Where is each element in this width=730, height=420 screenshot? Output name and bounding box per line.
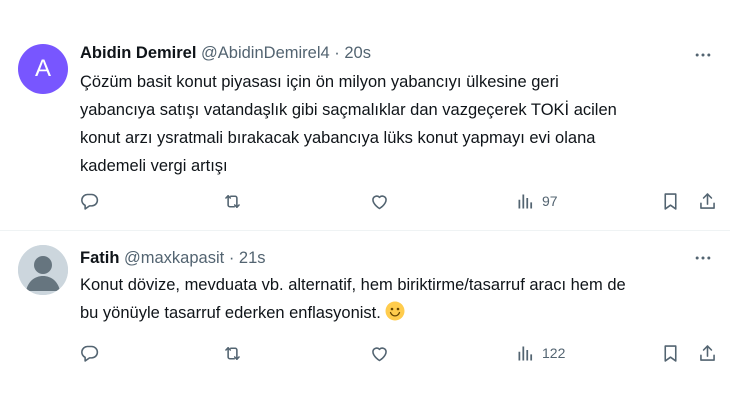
tweet[interactable]: Fatih @maxkapasit · 21s Konut dövize, me… bbox=[0, 232, 730, 420]
avatar[interactable]: A bbox=[18, 44, 68, 94]
reply-button[interactable] bbox=[79, 189, 100, 213]
share-icon bbox=[700, 192, 715, 209]
retweet-icon bbox=[225, 194, 240, 208]
bookmark-icon bbox=[664, 192, 677, 210]
timestamp[interactable]: 20s bbox=[344, 44, 371, 62]
more-icon[interactable] bbox=[692, 247, 714, 269]
views-count: 97 bbox=[542, 193, 558, 209]
tweet-text-line: yabancıya satışı vatandaşlık gibi saçmal… bbox=[80, 101, 617, 119]
views-button[interactable]: 122 bbox=[515, 341, 565, 365]
views-count: 122 bbox=[542, 345, 566, 361]
share-button[interactable] bbox=[697, 341, 718, 365]
user-handle[interactable]: @AbidinDemirel4 bbox=[201, 44, 330, 62]
tweet-text-line: bu yönüyle tasarruf ederken enflasyonist… bbox=[80, 299, 720, 330]
action-bar: 97 bbox=[0, 189, 730, 213]
bookmark-button[interactable] bbox=[660, 189, 681, 213]
bookmark-icon bbox=[664, 344, 677, 362]
like-icon bbox=[372, 346, 387, 361]
tweet-text-line: Çözüm basit konut piyasası için ön milyo… bbox=[80, 73, 559, 91]
reply-icon bbox=[81, 193, 99, 210]
retweet-button[interactable] bbox=[222, 341, 243, 365]
action-bar: 122 bbox=[0, 341, 730, 365]
timestamp[interactable]: 21s bbox=[239, 249, 266, 267]
reply-button[interactable] bbox=[79, 341, 100, 365]
views-icon bbox=[518, 194, 533, 208]
tweet-text: Çözüm basit konut piyasası için ön milyo… bbox=[80, 68, 720, 180]
tweet[interactable]: A Abidin Demirel @AbidinDemirel4 · 20s Ç… bbox=[0, 0, 730, 231]
reply-icon bbox=[81, 345, 99, 362]
bookmark-button[interactable] bbox=[660, 341, 681, 365]
share-button[interactable] bbox=[697, 189, 718, 213]
share-icon bbox=[700, 344, 715, 361]
separator-dot: · bbox=[334, 44, 340, 62]
like-button[interactable] bbox=[369, 189, 390, 213]
like-icon bbox=[372, 194, 387, 209]
tweet-text-line: Konut dövize, mevduata vb. alternatif, h… bbox=[80, 276, 626, 294]
avatar[interactable] bbox=[18, 245, 68, 295]
tweet-header: Fatih @maxkapasit · 21s bbox=[80, 249, 266, 268]
tweet-text-fragment: bu yönüyle tasarruf ederken enflasyonist… bbox=[80, 304, 381, 322]
tweet-text-line: konut arzı ysratmali bırakacak yabancıya… bbox=[80, 129, 596, 147]
tweet-header: Abidin Demirel @AbidinDemirel4 · 20s bbox=[80, 44, 371, 63]
retweet-icon bbox=[225, 346, 240, 360]
views-icon bbox=[518, 346, 533, 360]
more-icon[interactable] bbox=[692, 44, 714, 66]
slightly-smiling-face-icon bbox=[385, 301, 405, 330]
separator-dot: · bbox=[228, 249, 235, 267]
default-avatar-icon bbox=[18, 245, 68, 295]
views-button[interactable]: 97 bbox=[515, 189, 558, 213]
display-name[interactable]: Abidin Demirel bbox=[80, 44, 196, 62]
tweet-text-line: kademeli vergi artışı bbox=[80, 157, 228, 175]
tweet-divider bbox=[0, 230, 730, 231]
user-handle[interactable]: @maxkapasit bbox=[124, 249, 224, 267]
like-button[interactable] bbox=[369, 341, 390, 365]
display-name[interactable]: Fatih bbox=[80, 249, 119, 267]
tweet-text: Konut dövize, mevduata vb. alternatif, h… bbox=[80, 271, 720, 330]
retweet-button[interactable] bbox=[222, 189, 243, 213]
